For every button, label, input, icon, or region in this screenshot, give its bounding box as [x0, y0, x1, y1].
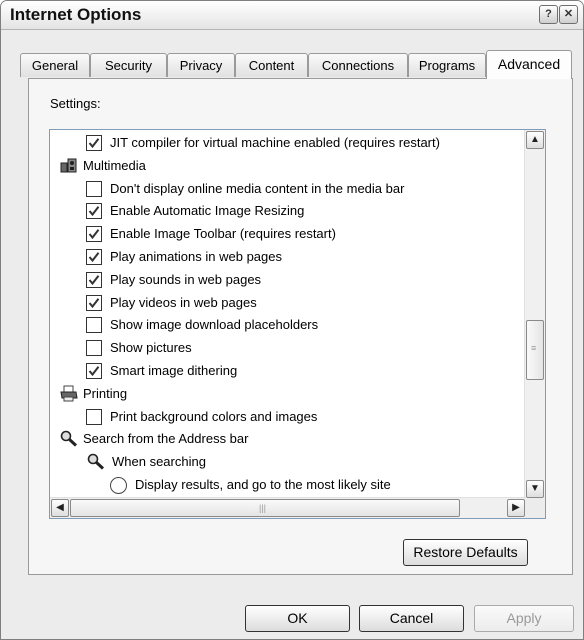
setting-row[interactable]: Display results, and go to the most like… [50, 474, 526, 496]
setting-label: Play animations in web pages [110, 249, 282, 264]
checkbox[interactable] [86, 271, 102, 288]
scroll-up-button[interactable]: ▲ [526, 131, 544, 149]
internet-options-dialog: Internet Options ? ✕ General Security Priv… [0, 0, 584, 640]
title-bar[interactable]: Internet Options ? ✕ [1, 1, 583, 30]
horizontal-scrollbar[interactable]: ◀ ||| ▶ [50, 497, 526, 518]
setting-label: Enable Image Toolbar (requires restart) [110, 226, 336, 242]
setting-row[interactable]: Printing [50, 383, 526, 405]
setting-row[interactable]: Show image download placeholders [50, 314, 526, 336]
setting-row[interactable]: Search from the Address bar [50, 428, 526, 450]
settings-tree[interactable]: JIT compiler for virtual machine enabled… [49, 129, 546, 519]
magnifier-icon [60, 430, 78, 447]
setting-label: Play videos in web pages [110, 294, 257, 310]
setting-row[interactable]: Play animations in web pages [50, 246, 526, 268]
setting-label: Display results, and go to the most like… [135, 477, 391, 492]
checkbox[interactable] [86, 135, 102, 151]
settings-label: Settings: [50, 96, 101, 111]
checkbox[interactable] [86, 363, 102, 379]
setting-label: Multimedia [83, 157, 146, 173]
setting-label: Print background colors and images [110, 408, 318, 424]
scroll-right-button[interactable]: ▶ [507, 499, 525, 517]
setting-row[interactable]: Show pictures [50, 337, 526, 359]
tab-programs[interactable]: Programs [408, 53, 486, 77]
help-button[interactable]: ? [539, 5, 558, 24]
setting-row[interactable]: Enable Automatic Image Resizing [50, 200, 526, 222]
tab-content[interactable]: Content [235, 53, 308, 77]
tab-general[interactable]: General [20, 53, 90, 77]
restore-defaults-button[interactable]: Restore Defaults [403, 539, 528, 566]
advanced-tab-panel: Settings: JIT compiler for virtual machi… [28, 78, 573, 575]
tab-security[interactable]: Security [90, 53, 167, 77]
setting-row[interactable]: Enable Image Toolbar (requires restart) [50, 223, 526, 245]
tab-advanced[interactable]: Advanced [486, 50, 572, 79]
setting-row[interactable]: Multimedia [50, 155, 526, 177]
vertical-scrollbar[interactable]: ▲ ≡ ▼ [524, 130, 545, 499]
checkbox[interactable] [86, 203, 102, 220]
grip-icon: ≡ [531, 343, 537, 353]
apply-button[interactable]: Apply [474, 605, 574, 632]
magnifier-icon [87, 453, 105, 470]
ok-button[interactable]: OK [245, 605, 350, 632]
setting-label: Enable Automatic Image Resizing [110, 203, 305, 219]
setting-row[interactable]: Play videos in web pages [50, 292, 526, 314]
setting-label: Play sounds in web pages [110, 271, 262, 287]
checkbox[interactable] [86, 340, 102, 357]
setting-label: JIT compiler for virtual machine enabled… [110, 135, 440, 150]
setting-row[interactable]: JIT compiler for virtual machine enabled… [50, 132, 526, 154]
vertical-scroll-thumb[interactable]: ≡ [526, 320, 544, 380]
checkbox[interactable] [86, 408, 102, 425]
checkbox[interactable] [86, 180, 102, 197]
grip-icon: ||| [259, 503, 267, 513]
multimedia-icon [60, 157, 77, 174]
checkbox[interactable] [86, 249, 102, 265]
tab-privacy[interactable]: Privacy [167, 53, 235, 77]
setting-row[interactable]: Play sounds in web pages [50, 269, 526, 291]
setting-row[interactable]: Don't display online media content in th… [50, 178, 526, 200]
close-button[interactable]: ✕ [559, 5, 578, 24]
horizontal-scroll-thumb[interactable]: ||| [70, 499, 460, 517]
setting-label: Smart image dithering [110, 363, 238, 378]
window-title: Internet Options [10, 5, 142, 24]
setting-label: Printing [83, 385, 128, 401]
setting-row[interactable]: Smart image dithering [50, 360, 526, 382]
setting-row[interactable]: Print background colors and images [50, 406, 526, 428]
setting-label: When searching [112, 454, 206, 470]
printer-icon [60, 385, 78, 402]
checkbox[interactable] [86, 226, 102, 243]
scroll-down-button[interactable]: ▼ [526, 480, 544, 498]
radio-button[interactable] [110, 477, 127, 494]
scroll-left-button[interactable]: ◀ [51, 499, 69, 517]
setting-label: Search from the Address bar [83, 431, 249, 447]
cancel-button[interactable]: Cancel [359, 605, 464, 632]
scroll-corner [525, 498, 545, 518]
setting-label: Show pictures [110, 340, 192, 356]
checkbox[interactable] [86, 294, 102, 311]
checkbox[interactable] [86, 317, 102, 334]
setting-label: Show image download placeholders [110, 317, 319, 333]
setting-row[interactable]: When searching [50, 451, 526, 473]
setting-label: Don't display online media content in th… [110, 180, 405, 196]
tab-connections[interactable]: Connections [308, 53, 408, 77]
